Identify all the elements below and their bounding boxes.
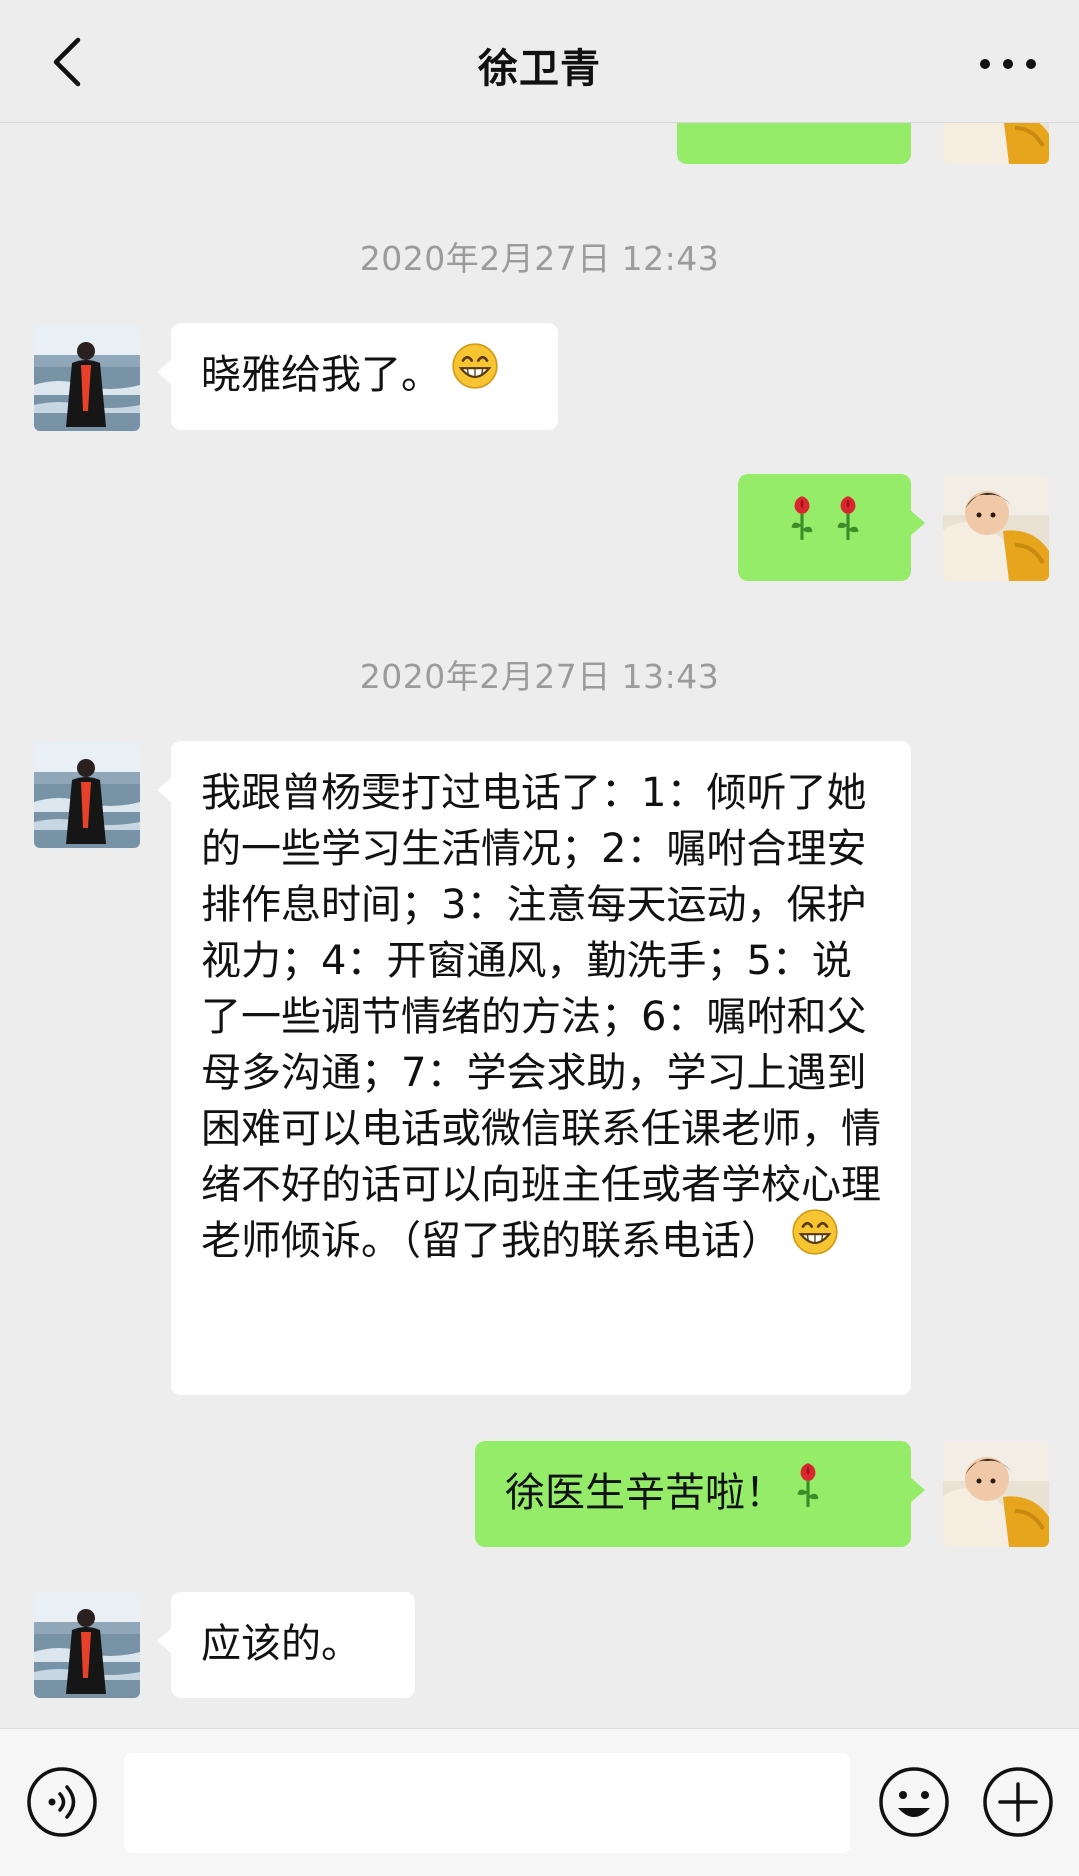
more-functions-button[interactable] (982, 1766, 1054, 1838)
message-bubble-self[interactable] (738, 474, 925, 581)
timestamp: 2020年2月27日 12:43 (359, 239, 720, 278)
contact-avatar[interactable] (34, 742, 140, 848)
emoji-button[interactable] (878, 1766, 950, 1838)
chat-title: 徐卫青 (478, 46, 601, 92)
rose-emoji-icon (795, 1461, 821, 1524)
self-avatar[interactable] (943, 1441, 1049, 1547)
emoji-icon (879, 1767, 949, 1837)
plus-icon (983, 1767, 1053, 1837)
message-bubble-contact[interactable]: 应该的。 (157, 1592, 415, 1698)
voice-button[interactable] (26, 1766, 98, 1838)
message-input[interactable] (124, 1753, 850, 1853)
message-text: 应该的。 (201, 1621, 361, 1667)
message-text: 我跟曾杨雯打过电话了：1：倾听了她的一些学习生活情况；2：嘱咐合理安排作息时间；… (201, 770, 881, 1264)
message-text: 徐医生辛苦啦！ (505, 1470, 785, 1516)
input-bar (0, 1728, 1079, 1876)
contact-avatar[interactable] (34, 325, 140, 431)
self-avatar[interactable] (943, 475, 1049, 581)
message-bubble-contact[interactable]: 我跟曾杨雯打过电话了：1：倾听了她的一些学习生活情况；2：嘱咐合理安排作息时间；… (157, 741, 911, 1395)
message-bubble-contact[interactable]: 晓雅给我了。 (157, 323, 558, 430)
rose-emoji-icon (789, 494, 815, 557)
timestamp: 2020年2月27日 13:43 (359, 657, 720, 696)
grin-emoji-icon (791, 1208, 839, 1271)
rose-emoji-icon (835, 494, 861, 557)
chat-area[interactable]: 2020年2月27日 12:43 晓雅给我了。 2020年2月27日 13:43… (0, 0, 1079, 1728)
message-bubble-self[interactable]: 徐医生辛苦啦！ (475, 1441, 925, 1547)
more-button[interactable] (973, 42, 1043, 82)
contact-avatar[interactable] (34, 1592, 140, 1698)
voice-icon (27, 1767, 97, 1837)
message-text: 晓雅给我了。 (201, 352, 441, 398)
chat-header: 徐卫青 (0, 0, 1079, 123)
grin-emoji-icon (451, 342, 499, 405)
more-dots-icon (980, 59, 1036, 69)
